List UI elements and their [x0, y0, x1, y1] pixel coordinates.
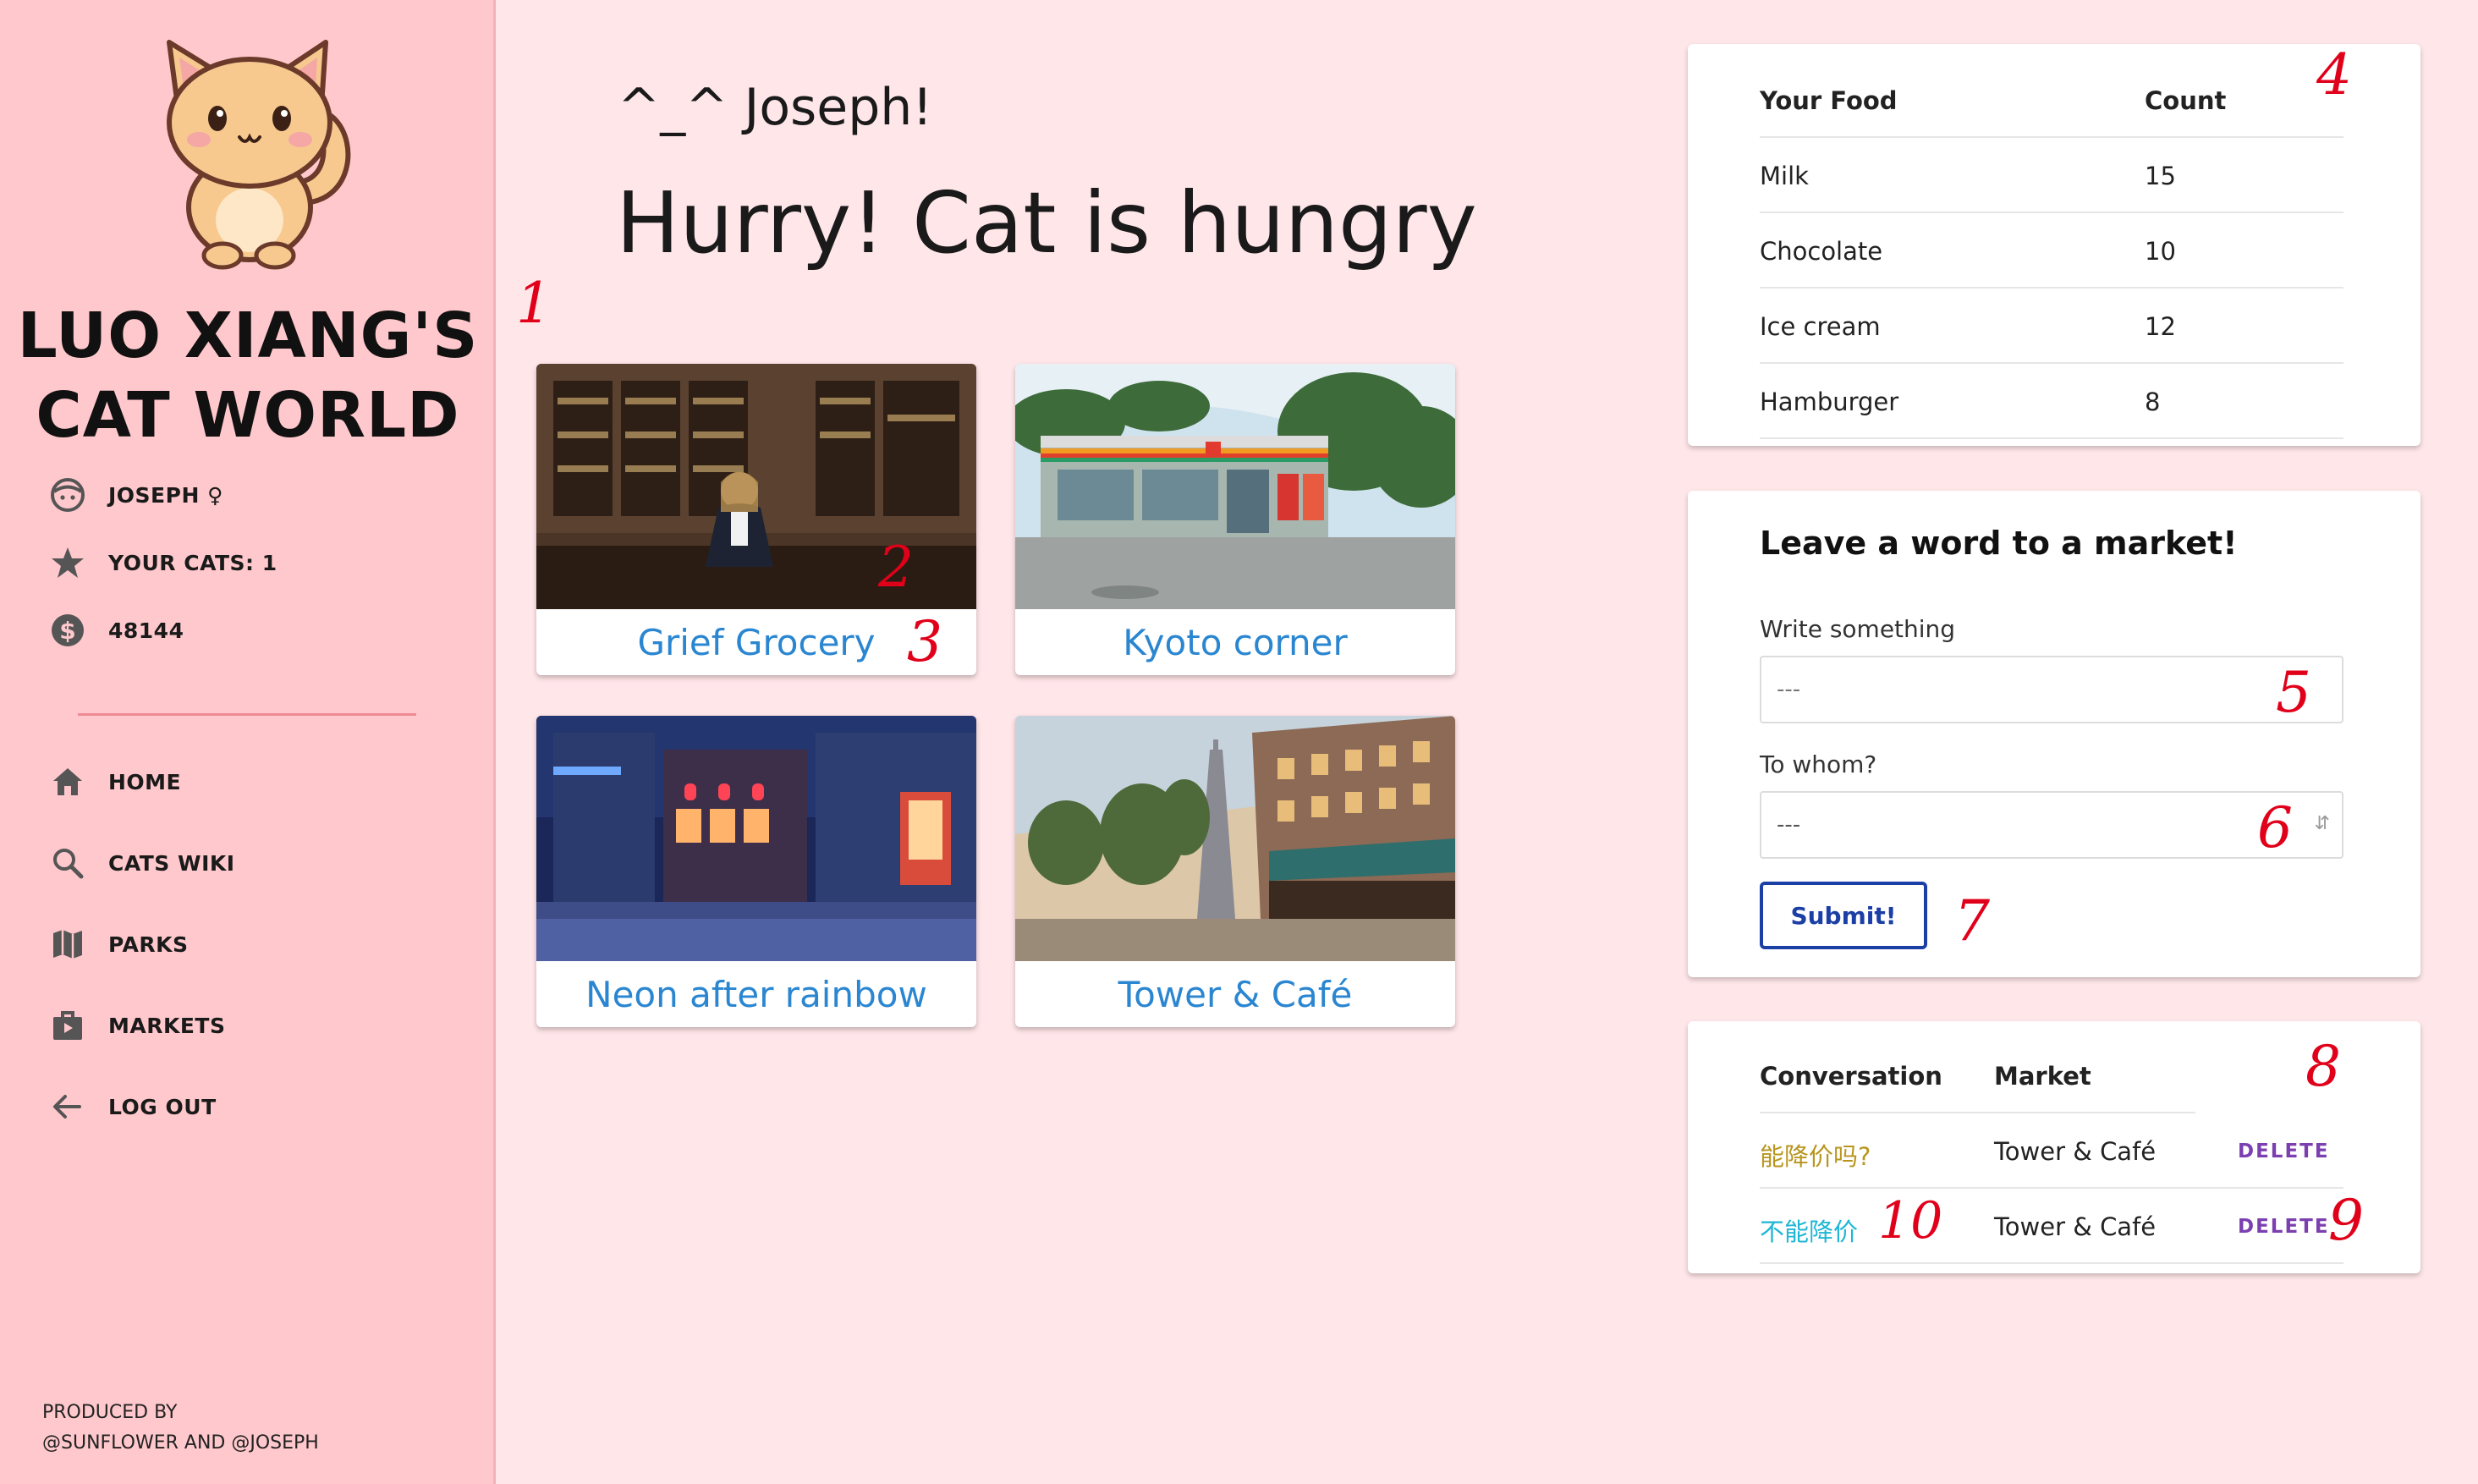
shop-icon [49, 1007, 86, 1044]
nav-markets[interactable]: MARKETS [49, 1002, 226, 1049]
market-name: Neon after rainbow [585, 973, 927, 1015]
profile-user: JOSEPH ♀ [49, 474, 223, 516]
annotation-mark-8: 8 [2305, 1034, 2341, 1099]
tower-cafe-image [1015, 716, 1455, 961]
table-row: 不能降价 Tower & Café DELETE [1760, 1189, 2343, 1264]
header-count: Count [2145, 86, 2227, 115]
nav-log-out[interactable]: LOG OUT [49, 1083, 217, 1130]
money-balance: 48144 [108, 618, 184, 643]
message-label: Write something [1760, 615, 1956, 643]
nav-log-out-label: LOG OUT [108, 1094, 217, 1119]
annotation-mark-4: 4 [2316, 42, 2352, 107]
star-icon [49, 544, 86, 581]
annotation-mark-5: 5 [2276, 660, 2311, 725]
recipient-select[interactable]: --- ⇵ [1760, 791, 2343, 859]
home-icon [49, 763, 86, 800]
nav-parks[interactable]: PARKS [49, 921, 189, 968]
face-icon [49, 476, 86, 514]
credits-line-2: @SUNFLOWER AND @JOSEPH [42, 1432, 319, 1454]
annotation-mark-10: 10 [1878, 1191, 1943, 1250]
page-title: Hurry! Cat is hungry [616, 173, 1477, 272]
delete-button[interactable]: DELETE [2238, 1140, 2330, 1162]
submit-button[interactable]: Submit! [1760, 882, 1927, 949]
food-table-header: Your Food Count [1760, 63, 2343, 138]
annotation-mark-3: 3 [907, 609, 942, 674]
neon-after-rainbow-image [536, 716, 976, 961]
market-card-kyoto-corner[interactable]: Kyoto corner [1015, 364, 1455, 675]
food-count: 10 [2145, 237, 2176, 266]
svg-text:$: $ [59, 617, 75, 645]
brand-line-2: CAT WORLD [36, 379, 460, 452]
header-conversation: Conversation [1760, 1062, 1942, 1091]
cat-logo-icon [167, 40, 351, 270]
market-name: Kyoto corner [1123, 621, 1348, 663]
credits-line-1: PRODUCED BY [42, 1402, 178, 1423]
nav-home-label: HOME [108, 769, 182, 794]
cats-count: YOUR CATS: 1 [108, 550, 277, 575]
profile-money: $ 48144 [49, 609, 184, 651]
table-row: Hamburger 8 [1760, 364, 2343, 439]
search-icon [49, 844, 86, 882]
annotation-mark-9: 9 [2328, 1188, 2364, 1253]
conversation-text: 能降价吗? [1760, 1142, 1871, 1171]
food-count: 12 [2145, 312, 2176, 341]
conversation-market: Tower & Café [1994, 1137, 2157, 1166]
map-icon [49, 926, 86, 963]
credits: PRODUCED BY @SUNFLOWER AND @JOSEPH [42, 1398, 319, 1459]
conversation-header: Conversation Market [1760, 1038, 2343, 1113]
food-name: Hamburger [1760, 387, 1899, 416]
kyoto-corner-image [1015, 364, 1455, 609]
food-name: Ice cream [1760, 312, 1881, 341]
nav-cats-wiki-label: CATS WIKI [108, 850, 235, 876]
arrow-left-icon [49, 1088, 86, 1125]
brand-line-1: LUO XIANG'S [17, 300, 479, 372]
message-input[interactable] [1760, 656, 2343, 723]
header-your-food: Your Food [1760, 86, 1898, 115]
annotation-mark-7: 7 [1954, 888, 1990, 954]
recipient-label: To whom? [1760, 750, 1877, 778]
annotation-mark-2: 2 [878, 535, 914, 600]
nav-home[interactable]: HOME [49, 758, 181, 805]
market-name: Tower & Café [1118, 973, 1353, 1015]
delete-button[interactable]: DELETE [2238, 1216, 2330, 1238]
recipient-selected-value: --- [1777, 812, 1801, 838]
market-card-tower-cafe[interactable]: Tower & Café [1015, 716, 1455, 1027]
annotation-mark-1: 1 [516, 271, 552, 336]
conversation-text: 不能降价 [1760, 1217, 1859, 1246]
leave-word-panel: Leave a word to a market! Write somethin… [1688, 491, 2420, 977]
header-market: Market [1994, 1062, 2091, 1091]
table-row: Ice cream 12 [1760, 289, 2343, 364]
food-table-panel: Your Food Count Milk 15 Chocolate 10 Ice… [1688, 44, 2420, 446]
nav-parks-label: PARKS [108, 932, 189, 957]
food-count: 15 [2145, 162, 2176, 190]
user-name: JOSEPH ♀ [108, 482, 223, 508]
profile-cats: YOUR CATS: 1 [49, 541, 277, 584]
market-card-neon-after-rainbow[interactable]: Neon after rainbow [536, 716, 976, 1027]
conversation-market: Tower & Café [1994, 1212, 2157, 1241]
annotation-mark-6: 6 [2257, 795, 2293, 860]
sidebar: LUO XIANG'S CAT WORLD JOSEPH ♀ YOUR CATS… [0, 0, 496, 1484]
table-row: 能降价吗? Tower & Café DELETE [1760, 1113, 2343, 1189]
greeting: ^_^ Joseph! [618, 78, 933, 137]
table-row: Chocolate 10 [1760, 213, 2343, 289]
food-name: Milk [1760, 162, 1809, 190]
nav-markets-label: MARKETS [108, 1013, 226, 1038]
food-name: Chocolate [1760, 237, 1883, 266]
leave-word-title: Leave a word to a market! [1760, 525, 2238, 562]
food-count: 8 [2145, 387, 2161, 416]
sidebar-divider [78, 713, 416, 716]
brand-title: LUO XIANG'S CAT WORLD [0, 296, 496, 455]
table-row: Milk 15 [1760, 138, 2343, 213]
dollar-icon: $ [49, 612, 86, 649]
chevron-updown-icon: ⇵ [2314, 813, 2330, 834]
nav-cats-wiki[interactable]: CATS WIKI [49, 839, 235, 887]
